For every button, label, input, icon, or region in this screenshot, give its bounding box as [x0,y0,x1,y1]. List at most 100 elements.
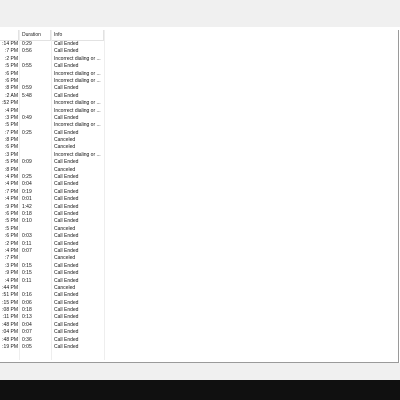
cell-duration: 0:03 [22,233,32,240]
table-row[interactable]: :8 PM 0:59 Call Ended [0,85,104,92]
cell-time: :5 PM [4,225,18,232]
cell-time: :6 PM [4,77,18,84]
cell-time: :4 PM [4,174,18,181]
cell-info: Call Ended [54,277,79,284]
cell-info: Canceled [54,255,76,262]
table-row[interactable]: :8 PM Canceled [0,137,104,144]
taskbar [0,380,400,400]
table-row[interactable]: :7 PM 0:56 Call Ended [0,48,104,55]
cell-duration: 0:10 [22,218,32,225]
cell-duration: 0:04 [22,181,32,188]
cell-duration: 0:11 [22,277,32,284]
column-header-time[interactable] [0,30,19,40]
cell-duration: 0:05 [22,344,32,351]
cell-info: Canceled [54,225,76,232]
cell-info: Incorrect dialing or ... [54,151,101,158]
cell-duration: 0:25 [22,129,32,136]
table-row[interactable]: :2 AM 5:48 Call Ended [0,93,104,100]
table-row[interactable]: :3 PM Incorrect dialing or ... [0,152,104,159]
table-row[interactable]: :19 PM 0:05 Call Ended [0,344,104,351]
cell-info: Canceled [54,144,76,151]
cell-info: Call Ended [54,41,79,47]
cell-info: Call Ended [54,188,79,195]
table-row[interactable]: :8 PM Canceled [0,167,104,174]
cell-info: Incorrect dialing or ... [54,70,101,77]
table-row[interactable]: :5 PM 0:10 Call Ended [0,218,104,225]
cell-time: :7 PM [4,188,18,195]
table-row[interactable]: :44 PM Canceled [0,285,104,292]
cell-info: Incorrect dialing or ... [54,55,101,62]
cell-duration: 0:56 [22,48,32,55]
cell-time: :5 PM [4,122,18,129]
cell-time: :7 PM [4,255,18,262]
table-row[interactable]: :7 PM 0:25 Call Ended [0,130,104,137]
table-row[interactable]: :7 PM 0:19 Call Ended [0,189,104,196]
cell-duration: 0:07 [22,247,32,254]
cell-info: Incorrect dialing or ... [54,100,101,107]
table-row[interactable]: :5 PM 0:55 Call Ended [0,63,104,70]
cell-duration: 0:07 [22,329,32,336]
cell-time: :4 PM [4,247,18,254]
table-row[interactable]: :5 PM Canceled [0,226,104,233]
table-row[interactable]: :48 PM 0:36 Call Ended [0,337,104,344]
cell-info: Call Ended [54,307,79,314]
table-row[interactable]: :04 PM 0:07 Call Ended [0,329,104,336]
cell-time: :4 PM [4,181,18,188]
table-row[interactable]: :4 PM 0:04 Call Ended [0,181,104,188]
cell-info: Incorrect dialing or ... [54,122,101,129]
cell-info: Call Ended [54,329,79,336]
cell-duration: 0:19 [22,188,32,195]
cell-info: Call Ended [54,210,79,217]
table-row[interactable]: :9 PM 0:15 Call Ended [0,270,104,277]
cell-time: :4 PM [4,107,18,114]
cell-time: :15 PM [2,299,18,306]
table-row[interactable]: :5 PM 0:09 Call Ended [0,159,104,166]
cell-time: :9 PM [4,270,18,277]
cell-time: :4 PM [4,196,18,203]
table-row[interactable]: :48 PM 0:04 Call Ended [0,322,104,329]
table-row[interactable]: :7 PM Canceled [0,255,104,262]
cell-time: :2 AM [5,92,18,99]
cell-duration: 0:15 [22,270,32,277]
cell-duration: 0:49 [22,114,32,121]
table-row[interactable]: :14 PM 0:29 Call Ended [0,41,104,48]
table-row[interactable]: :9 PM 1:42 Call Ended [0,204,104,211]
cell-time: :44 PM [2,284,18,291]
table-row[interactable]: :2 PM Incorrect dialing or ... [0,56,104,63]
table-row[interactable]: :4 PM 0:25 Call Ended [0,174,104,181]
table-row[interactable]: :6 PM Canceled [0,144,104,151]
cell-info: Call Ended [54,159,79,166]
table-row[interactable]: :6 PM 0:03 Call Ended [0,233,104,240]
cell-duration: 0:59 [22,85,32,92]
column-header-info[interactable]: Info [51,30,104,40]
cell-duration: 0:06 [22,299,32,306]
table-row[interactable]: :4 PM 0:11 Call Ended [0,278,104,285]
cell-duration: 0:01 [22,196,32,203]
table-row[interactable]: :6 PM Incorrect dialing or ... [0,71,104,78]
table-row[interactable]: :4 PM 0:07 Call Ended [0,248,104,255]
cell-duration: 5:48 [22,92,32,99]
table-row[interactable]: :2 PM 0:11 Call Ended [0,241,104,248]
table-row[interactable]: :6 PM 0:18 Call Ended [0,211,104,218]
cell-time: :6 PM [4,70,18,77]
table-row[interactable]: :5 PM Incorrect dialing or ... [0,122,104,129]
table-row[interactable]: :08 PM 0:18 Call Ended [0,307,104,314]
cell-info: Call Ended [54,92,79,99]
table-row[interactable]: :3 PM 0:15 Call Ended [0,263,104,270]
cell-info: Call Ended [54,270,79,277]
table-row[interactable]: :4 PM Incorrect dialing or ... [0,108,104,115]
call-log-panel: Duration Info :14 PM 0:29 Call Ended:7 PM 0… [0,30,399,363]
table-row[interactable]: :52 PM Incorrect dialing or ... [0,100,104,107]
table-row[interactable]: :6 PM Incorrect dialing or ... [0,78,104,85]
table-row[interactable]: :51 PM 0:16 Call Ended [0,292,104,299]
table-row[interactable]: :3 PM 0:49 Call Ended [0,115,104,122]
cell-info: Incorrect dialing or ... [54,107,101,114]
cell-info: Call Ended [54,129,79,136]
cell-duration: 0:16 [22,292,32,299]
cell-time: :48 PM [2,321,18,328]
column-header-duration[interactable]: Duration [19,30,51,40]
table-row[interactable]: :15 PM 0:06 Call Ended [0,300,104,307]
table-row[interactable]: :4 PM 0:01 Call Ended [0,196,104,203]
cell-info: Call Ended [54,336,79,343]
table-row[interactable]: :11 PM 0:13 Call Ended [0,314,104,321]
